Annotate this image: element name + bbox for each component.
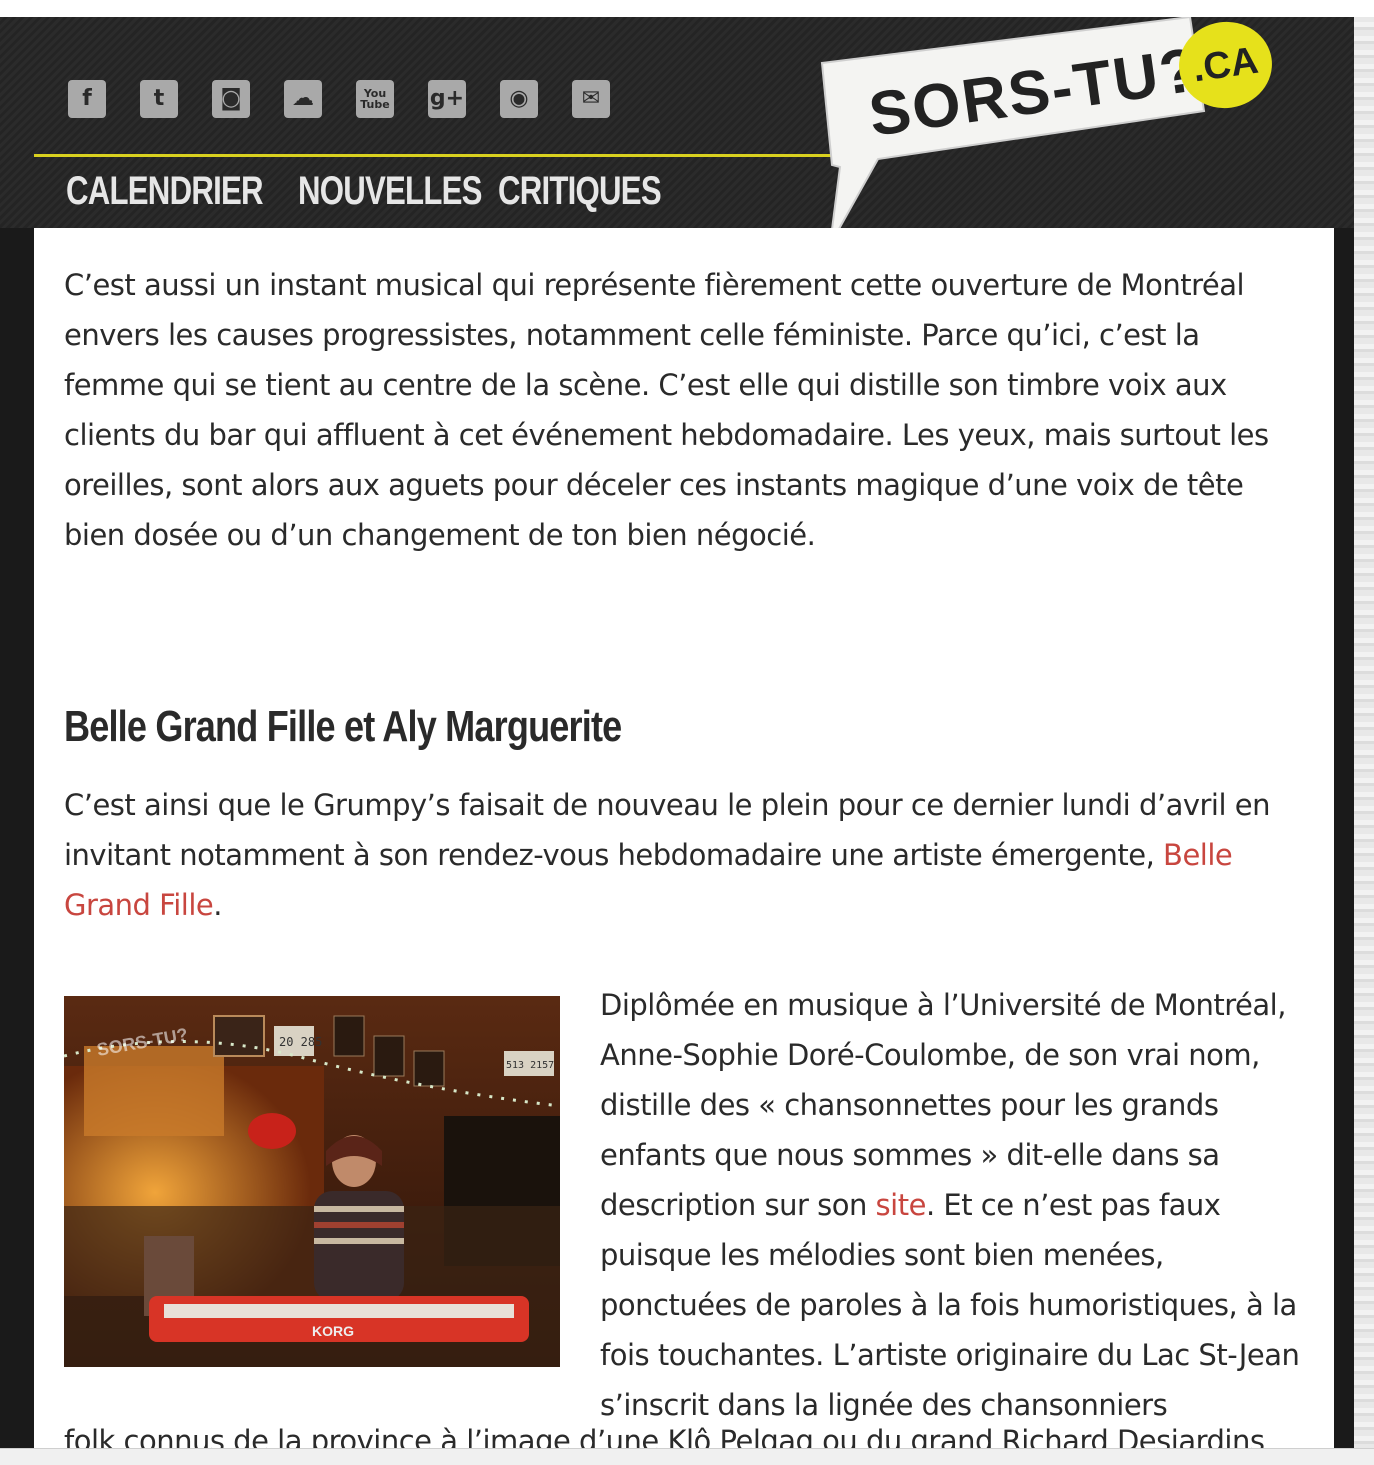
instagram-icon[interactable]: ◙ bbox=[212, 80, 250, 118]
google-plus-icon[interactable]: g+ bbox=[428, 80, 466, 118]
main-nav: CALENDRIER NOUVELLES CRITIQUES bbox=[66, 169, 698, 214]
nav-calendrier[interactable]: CALENDRIER bbox=[66, 169, 264, 214]
soundcloud-icon[interactable]: ☁ bbox=[284, 80, 322, 118]
paragraph-grumpys-end: . bbox=[213, 888, 222, 922]
site-link[interactable]: site bbox=[876, 1188, 927, 1222]
paragraph-grumpys: C’est ainsi que le Grumpy’s faisait de n… bbox=[64, 780, 1304, 930]
paragraph-bio: Diplômée en musique à l’Université de Mo… bbox=[600, 980, 1310, 1430]
rss-icon[interactable]: ◉ bbox=[500, 80, 538, 118]
facebook-icon[interactable]: f bbox=[68, 80, 106, 118]
email-icon[interactable]: ✉ bbox=[572, 80, 610, 118]
article-content: C’est aussi un instant musical qui repré… bbox=[34, 228, 1334, 1464]
nav-critiques[interactable]: CRITIQUES bbox=[498, 169, 662, 214]
social-icons: f t ◙ ☁ You Tube g+ ◉ ✉ bbox=[68, 80, 644, 118]
youtube-icon[interactable]: You Tube bbox=[356, 80, 394, 118]
paragraph-grumpys-text: C’est ainsi que le Grumpy’s faisait de n… bbox=[64, 788, 1271, 872]
photo-plate-2: 513 2157 bbox=[506, 1060, 554, 1071]
intro-paragraph: C’est aussi un instant musical qui repré… bbox=[64, 268, 1269, 552]
photo-plate-1: 20 285 bbox=[279, 1035, 322, 1049]
page-background-strip bbox=[1354, 17, 1374, 1464]
paragraph-bio-text-2: . Et ce n’est pas faux puisque les mélod… bbox=[600, 1188, 1300, 1422]
concert-photo[interactable]: 20 285 513 2157 KORG SORS-TU? bbox=[64, 996, 560, 1367]
twitter-icon[interactable]: t bbox=[140, 80, 178, 118]
browser-top-edge bbox=[0, 0, 1374, 17]
paragraph-bio-text: Diplômée en musique à l’Université de Mo… bbox=[600, 988, 1286, 1222]
site-logo[interactable]: SORS-TU? .CA bbox=[818, 15, 1278, 249]
nav-nouvelles[interactable]: NOUVELLES bbox=[298, 169, 482, 214]
photo-keyboard-brand: KORG bbox=[312, 1323, 354, 1339]
browser-bottom-bar bbox=[0, 1448, 1374, 1465]
header-divider bbox=[34, 154, 834, 157]
section-heading: Belle Grand Fille et Aly Marguerite bbox=[64, 702, 622, 751]
